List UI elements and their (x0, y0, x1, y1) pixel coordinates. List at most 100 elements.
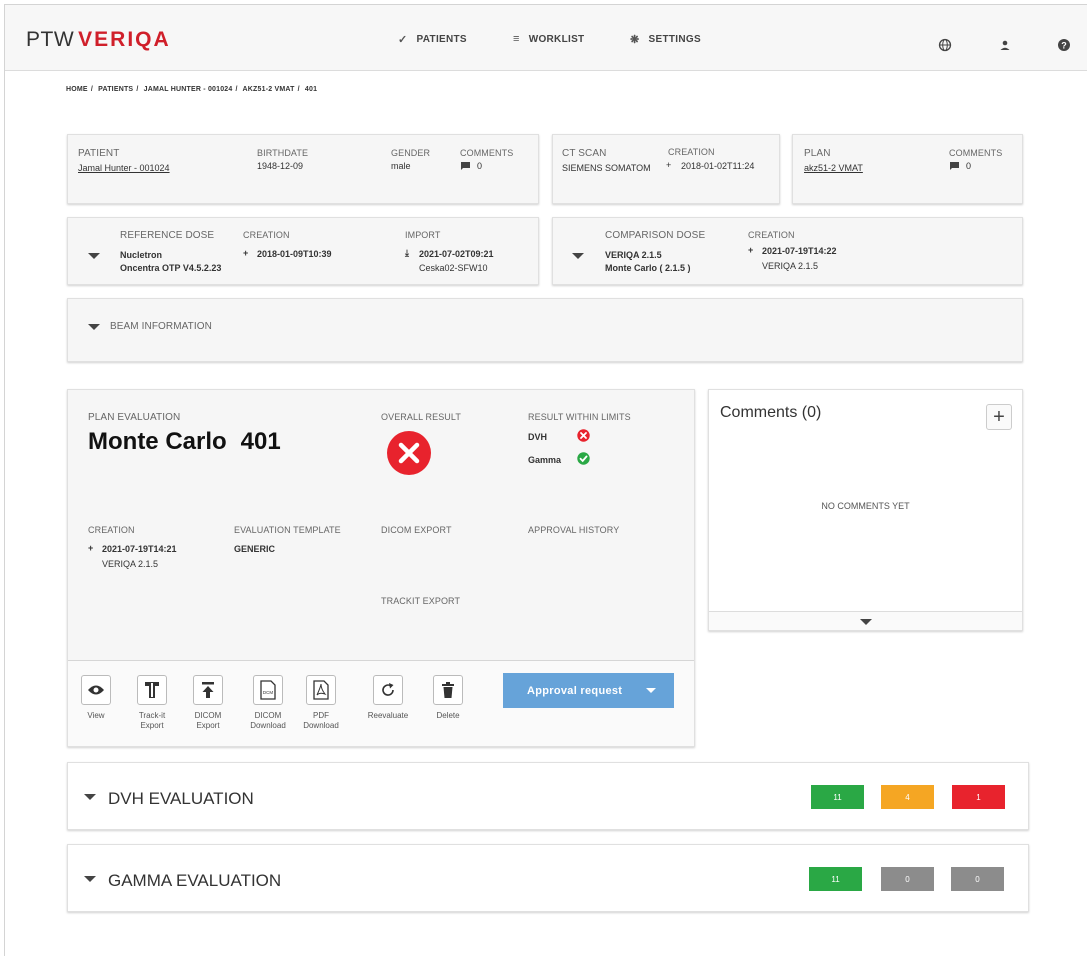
dicom-download-label-2: Download (250, 721, 286, 730)
svg-text:?: ? (1061, 40, 1067, 50)
plan-evaluation-card: PLAN EVALUATION Monte Carlo 401 OVERALL R… (67, 389, 695, 747)
gamma-evaluation-section[interactable]: GAMMA EVALUATION 11 0 0 (67, 844, 1029, 912)
plan-comments-label: COMMENTS (949, 148, 1003, 158)
eye-icon (88, 685, 104, 695)
delete-label: Delete (436, 711, 460, 720)
plan-label: PLAN (804, 148, 831, 159)
comparison-dose-label: COMPARISON DOSE (605, 230, 706, 241)
plan-link[interactable]: akz51-2 VMAT (804, 163, 863, 173)
logo[interactable]: PTW VERIQA (26, 28, 171, 52)
trash-icon (442, 682, 454, 698)
dropdown-arrow-icon[interactable] (646, 688, 656, 693)
dvh-evaluation-label: DVH EVALUATION (108, 789, 254, 808)
trackit-export-button[interactable]: Track-it Export (130, 675, 174, 731)
ct-scan-card: CT SCAN SIEMENS SOMATOM CREATION + 2018-… (552, 134, 780, 204)
breadcrumb-home[interactable]: HOME (66, 86, 88, 93)
breadcrumb-current: 401 (304, 86, 318, 93)
comparison-dose-line2: Monte Carlo ( 2.1.5 ) (605, 263, 691, 273)
nav-worklist-label: WORKLIST (528, 33, 585, 45)
expand-caret-icon[interactable] (84, 876, 96, 882)
nav-settings[interactable]: ❋ SETTINGS (630, 33, 701, 46)
delete-button[interactable]: Delete (426, 675, 470, 721)
expand-caret-icon[interactable] (84, 794, 96, 800)
view-button[interactable]: View (74, 675, 118, 721)
user-icon[interactable] (998, 38, 1012, 52)
beam-information-section[interactable]: BEAM INFORMATION (67, 298, 1023, 362)
eval-creation-source: VERIQA 2.1.5 (102, 559, 159, 569)
comments-expand-bar[interactable] (709, 611, 1022, 630)
plan-evaluation-label: PLAN EVALUATION (88, 412, 181, 423)
comparison-creation-label: CREATION (748, 230, 795, 240)
reference-creation-icon: + (243, 248, 249, 258)
globe-icon[interactable] (938, 38, 952, 52)
reference-creation-label: CREATION (243, 230, 290, 240)
comparison-creation-source: VERIQA 2.1.5 (762, 261, 819, 271)
nav-patients-label: PATIENTS (416, 34, 467, 45)
ct-creation-value: 2018-01-02T11:24 (681, 161, 755, 171)
reference-dose-card: REFERENCE DOSE Nucletron Oncentra OTP V4… (67, 217, 539, 285)
dvh-pass-badge: 11 (811, 785, 864, 809)
trackit-label-2: Export (140, 721, 164, 730)
gamma-pass-badge: 11 (809, 867, 862, 891)
approval-history-label: APPROVAL HISTORY (528, 525, 620, 535)
comparison-dose-line1: VERIQA 2.1.5 (605, 250, 662, 260)
limit-gamma-label: Gamma (528, 455, 562, 465)
pass-icon (577, 452, 590, 465)
ct-value: SIEMENS SOMATOM (562, 163, 651, 173)
pdf-download-label-1: PDF (313, 711, 329, 720)
check-icon: ✓ (398, 34, 408, 46)
breadcrumb-patient[interactable]: JAMAL HUNTER - 001024 (144, 86, 233, 93)
birthdate-label: BIRTHDATE (257, 148, 309, 158)
reevaluate-button[interactable]: Reevaluate (366, 675, 410, 721)
plus-icon: + (993, 405, 1005, 428)
eval-creation-value: 2021-07-19T14:21 (102, 544, 177, 554)
dvh-fail-badge: 1 (952, 785, 1005, 809)
logo-brand: VERIQA (78, 28, 171, 51)
comment-flag-icon (950, 162, 959, 170)
add-comment-button[interactable]: + (986, 404, 1012, 430)
patient-comments-label: COMMENTS (460, 148, 514, 158)
dicom-export-button[interactable]: DICOM Export (186, 675, 230, 731)
trackit-label: Track-it (138, 711, 166, 720)
gamma-warn-badge: 0 (881, 867, 934, 891)
evaluation-template-label: EVALUATION TEMPLATE (234, 525, 341, 535)
expand-caret-icon[interactable] (572, 253, 584, 259)
evaluation-template-value: GENERIC (234, 544, 276, 554)
result-within-limits-label: RESULT WITHIN LIMITS (528, 412, 631, 422)
reference-dose-label: REFERENCE DOSE (120, 230, 215, 241)
breadcrumb-patients[interactable]: PATIENTS (98, 86, 133, 93)
view-label: View (87, 711, 105, 720)
expand-caret-icon[interactable] (88, 253, 100, 259)
eval-creation-icon: + (88, 543, 94, 553)
comment-flag-icon (461, 162, 470, 170)
nav-worklist[interactable]: ≡ WORKLIST (513, 33, 584, 45)
expand-caret-icon[interactable] (88, 324, 100, 330)
patient-card: PATIENT Jamal Hunter - 001024 BIRTHDATE … (67, 134, 539, 204)
breadcrumb-plan[interactable]: AKZ51-2 VMAT (243, 86, 295, 93)
comparison-dose-card: COMPARISON DOSE VERIQA 2.1.5 Monte Carlo… (552, 217, 1023, 285)
dvh-warn-badge: 4 (881, 785, 934, 809)
chevron-down-icon[interactable] (860, 619, 872, 625)
limit-dvh-label: DVH (528, 432, 548, 442)
pdf-file-icon (313, 680, 329, 700)
refresh-icon (382, 683, 394, 696)
approval-request-label: Approval request (527, 684, 623, 697)
beam-information-label: BEAM INFORMATION (110, 321, 212, 332)
list-icon: ≡ (513, 33, 520, 45)
dicom-download-button[interactable]: DCM DICOM Download (246, 675, 290, 731)
trackit-icon (145, 682, 159, 698)
approval-request-button[interactable]: Approval request (503, 673, 674, 708)
help-icon[interactable]: ? (1057, 38, 1071, 52)
nav-patients[interactable]: ✓ PATIENTS (398, 33, 467, 46)
fail-icon (577, 429, 590, 442)
plan-comments-count: 0 (966, 161, 972, 171)
patient-comments-count: 0 (477, 161, 483, 171)
patient-link[interactable]: Jamal Hunter - 001024 (78, 163, 170, 173)
plan-evaluation-number: 401 (240, 428, 281, 455)
trackit-export-label: TRACKIT EXPORT (381, 596, 461, 606)
import-icon: ⤓ (405, 248, 409, 258)
overall-fail-icon (387, 431, 431, 475)
pdf-download-button[interactable]: PDF Download (299, 675, 343, 731)
dvh-evaluation-section[interactable]: DVH EVALUATION 11 4 1 (67, 762, 1029, 830)
top-bar: PTW VERIQA ✓ PATIENTS ≡ WORKLIST ❋ SETTIN… (5, 5, 1087, 71)
